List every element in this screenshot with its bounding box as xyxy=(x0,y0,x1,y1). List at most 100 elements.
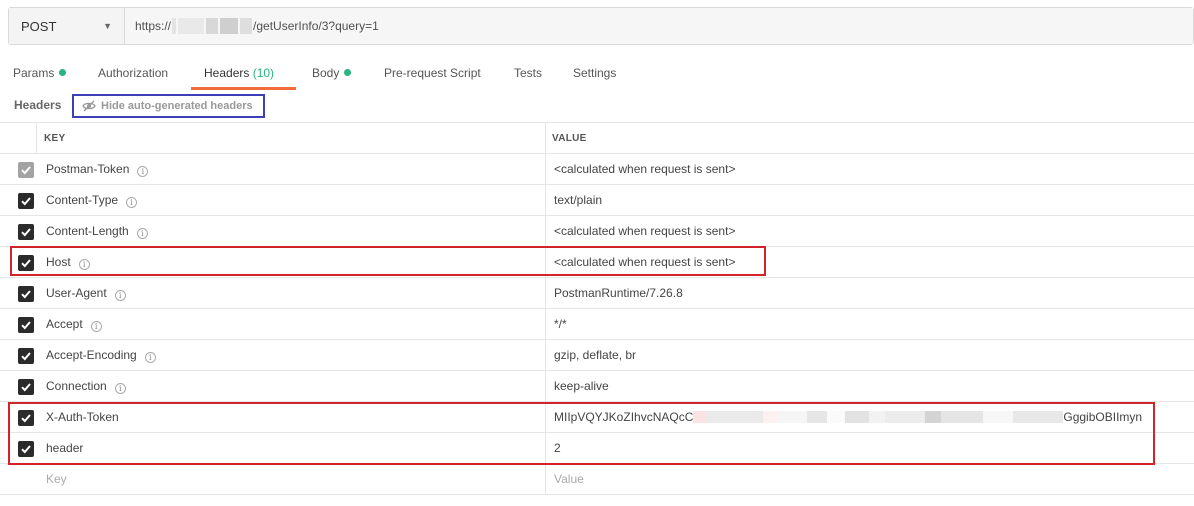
row-checkbox[interactable] xyxy=(18,410,34,426)
header-value[interactable]: gzip, deflate, br xyxy=(554,340,636,371)
header-value[interactable]: 2 xyxy=(554,433,561,464)
column-divider xyxy=(545,185,546,215)
url-input[interactable]: https:// /getUserInfo/3?query=1 xyxy=(125,8,1193,44)
table-row: header 2 xyxy=(0,433,1194,464)
tab-params[interactable]: Params xyxy=(13,54,67,90)
row-checkbox[interactable] xyxy=(18,441,34,457)
method-select[interactable]: POST ▼ xyxy=(9,8,125,44)
header-value[interactable]: <calculated when request is sent> xyxy=(554,154,735,185)
row-checkbox[interactable] xyxy=(18,379,34,395)
check-icon xyxy=(21,290,31,299)
header-value[interactable]: <calculated when request is sent> xyxy=(554,247,735,278)
redacted-block xyxy=(178,18,205,34)
row-checkbox[interactable] xyxy=(18,255,34,271)
column-divider xyxy=(545,402,546,432)
redacted-block xyxy=(172,18,177,34)
new-value-input[interactable]: Value xyxy=(554,464,584,495)
info-icon[interactable]: i xyxy=(136,228,148,239)
row-checkbox[interactable] xyxy=(18,348,34,364)
tab-label: Body xyxy=(312,66,340,80)
key-text: Content-Length xyxy=(46,224,129,238)
info-icon[interactable]: i xyxy=(78,259,90,270)
header-value[interactable]: PostmanRuntime/7.26.8 xyxy=(554,278,683,309)
column-header-key: KEY xyxy=(44,133,66,144)
url-prefix: https:// xyxy=(135,19,172,33)
info-icon[interactable]: i xyxy=(114,290,126,301)
header-value[interactable]: keep-alive xyxy=(554,371,609,402)
header-value[interactable]: text/plain xyxy=(554,185,602,216)
key-text: Accept-Encoding xyxy=(46,348,137,362)
header-key[interactable]: Content-Type i xyxy=(46,185,138,216)
redacted-block xyxy=(885,411,926,423)
redacted-block xyxy=(220,18,239,34)
column-divider xyxy=(545,123,546,154)
redacted-block xyxy=(807,411,828,423)
redacted-block xyxy=(941,411,984,423)
method-label: POST xyxy=(21,18,57,34)
key-text: Connection xyxy=(46,379,107,393)
new-header-row: Key Value xyxy=(0,464,1194,495)
check-icon xyxy=(21,445,31,454)
row-checkbox[interactable] xyxy=(18,193,34,209)
header-value[interactable]: */* xyxy=(554,309,567,340)
column-header-value: VALUE xyxy=(552,133,587,144)
header-value[interactable]: MIIpVQYJKoZIhvcNAQcC GggibOBIImyn xyxy=(554,402,1142,433)
check-icon xyxy=(21,197,31,206)
redacted-block xyxy=(1013,411,1064,423)
column-divider xyxy=(545,154,546,184)
tab-label: Authorization xyxy=(98,66,169,80)
tab-tests[interactable]: Tests xyxy=(514,54,542,90)
table-header: KEY VALUE xyxy=(0,123,1194,154)
column-divider xyxy=(545,371,546,401)
header-key[interactable]: Accept-Encoding i xyxy=(46,340,156,371)
headers-table: KEY VALUE Postman-Token i <calculated whe… xyxy=(0,122,1194,495)
tab-pre-request-script[interactable]: Pre-request Script xyxy=(384,54,481,90)
tab-authorization[interactable]: Authorization xyxy=(98,54,168,90)
new-key-input[interactable]: Key xyxy=(46,464,67,495)
column-divider xyxy=(36,123,37,154)
column-divider xyxy=(545,464,546,494)
header-key[interactable]: Host i xyxy=(46,247,90,278)
key-text: User-Agent xyxy=(46,286,107,300)
chevron-down-icon: ▼ xyxy=(103,21,112,31)
redacted-block xyxy=(925,411,942,423)
header-key[interactable]: Accept i xyxy=(46,309,102,340)
hide-auto-generated-headers-button[interactable]: Hide auto-generated headers xyxy=(72,94,265,118)
header-key[interactable]: Connection i xyxy=(46,371,126,402)
row-checkbox[interactable] xyxy=(18,162,34,178)
header-value[interactable]: <calculated when request is sent> xyxy=(554,216,735,247)
info-icon[interactable]: i xyxy=(114,383,126,394)
tab-label: Settings xyxy=(573,66,617,80)
check-icon xyxy=(21,321,31,330)
url-suffix: /getUserInfo/3?query=1 xyxy=(253,19,379,33)
headers-toolbar: Headers Hide auto-generated headers xyxy=(0,94,1194,118)
header-key[interactable]: X-Auth-Token xyxy=(46,402,119,433)
key-text: header xyxy=(46,441,84,455)
info-icon[interactable]: i xyxy=(137,166,149,177)
active-tab-indicator xyxy=(191,87,296,90)
info-icon[interactable]: i xyxy=(126,197,138,208)
tab-body[interactable]: Body xyxy=(312,54,352,90)
key-text: Host xyxy=(46,255,71,269)
header-key[interactable]: header xyxy=(46,433,83,464)
column-divider xyxy=(545,247,546,277)
tab-settings[interactable]: Settings xyxy=(573,54,616,90)
table-row: Content-Length i <calculated when request… xyxy=(0,216,1194,247)
check-icon xyxy=(21,383,31,392)
headers-section-label: Headers xyxy=(14,98,62,112)
redacted-block xyxy=(869,411,886,423)
header-key[interactable]: User-Agent i xyxy=(46,278,126,309)
table-row: Content-Type i text/plain xyxy=(0,185,1194,216)
column-divider xyxy=(545,309,546,339)
request-url-bar: POST ▼ https:// /getUserInfo/3?query=1 xyxy=(8,7,1194,45)
row-checkbox[interactable] xyxy=(18,317,34,333)
check-icon xyxy=(21,166,31,175)
header-key[interactable]: Content-Length i xyxy=(46,216,148,247)
row-checkbox[interactable] xyxy=(18,286,34,302)
tab-headers[interactable]: Headers (10) xyxy=(204,54,274,90)
info-icon[interactable]: i xyxy=(144,352,156,363)
row-checkbox[interactable] xyxy=(18,224,34,240)
redacted-block xyxy=(206,18,219,34)
header-key[interactable]: Postman-Token i xyxy=(46,154,149,185)
info-icon[interactable]: i xyxy=(90,321,102,332)
